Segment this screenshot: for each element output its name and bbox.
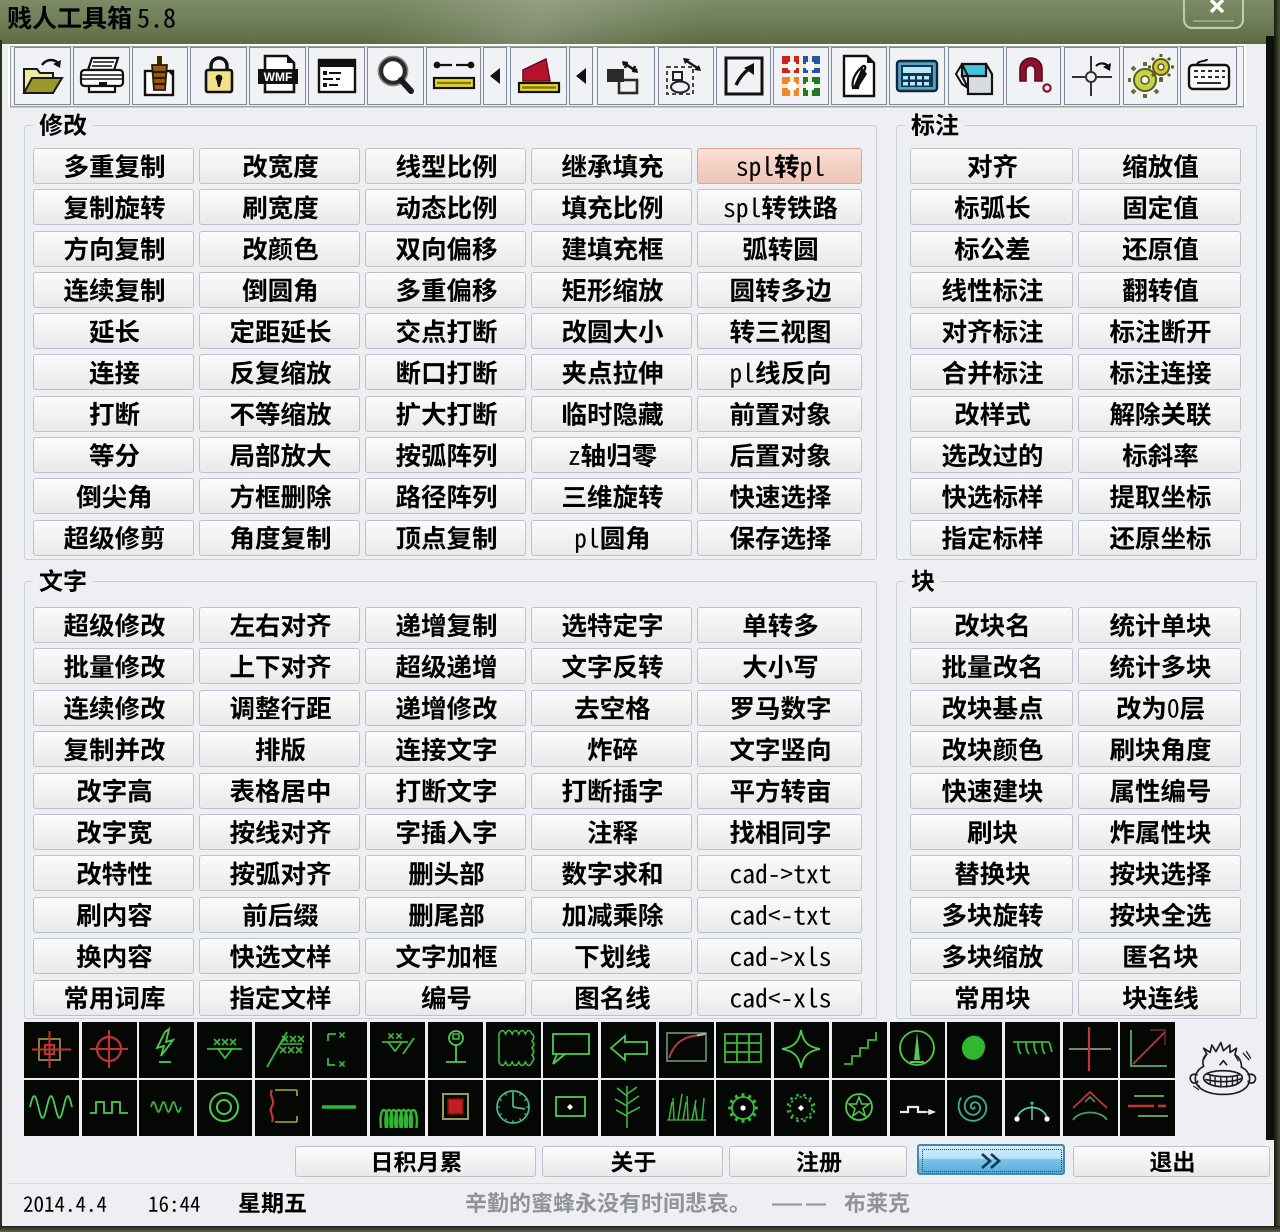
svg-text:WMF: WMF <box>263 70 292 84</box>
